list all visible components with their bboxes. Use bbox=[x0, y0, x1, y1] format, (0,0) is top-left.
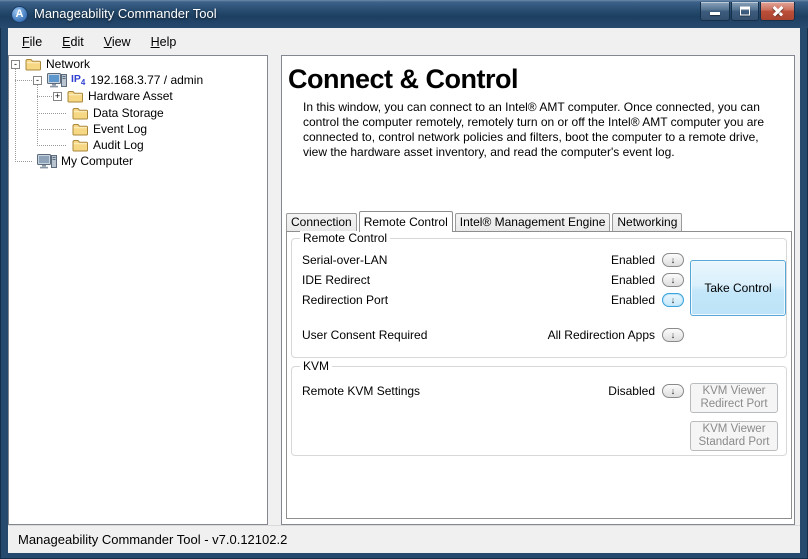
tree-node-event-log[interactable]: Event Log bbox=[9, 121, 147, 137]
status-text: Manageability Commander Tool - v7.0.1210… bbox=[18, 532, 288, 547]
groupbox-label: KVM bbox=[300, 359, 333, 373]
tree-node-label: Hardware Asset bbox=[88, 89, 173, 103]
redirection-port-label: Redirection Port bbox=[302, 293, 389, 307]
kvm-viewer-redirect-port-button[interactable]: KVM Viewer Redirect Port bbox=[690, 383, 778, 413]
menu-bar: File Edit View Help bbox=[8, 28, 800, 55]
menu-file[interactable]: File bbox=[22, 35, 42, 49]
serial-over-lan-value: Enabled bbox=[610, 253, 655, 267]
tree-node-label: Network bbox=[46, 57, 91, 71]
title-bar[interactable]: A Manageability Commander Tool bbox=[0, 0, 808, 28]
ip4-badge: IP4 bbox=[71, 72, 86, 88]
collapse-expander-icon[interactable]: - bbox=[11, 59, 20, 69]
menu-view[interactable]: View bbox=[104, 35, 131, 49]
folder-icon bbox=[72, 140, 88, 152]
client-area: File Edit View Help - Network - IP4 192.… bbox=[8, 28, 800, 553]
tree-node-network[interactable]: - Network bbox=[9, 56, 90, 72]
tree-node-audit-log[interactable]: Audit Log bbox=[9, 137, 144, 153]
remote-control-groupbox: Remote Control Serial-over-LAN Enabled ↓… bbox=[291, 231, 787, 358]
user-consent-value: All Redirection Apps bbox=[547, 328, 655, 342]
page-title: Connect & Control bbox=[288, 64, 518, 94]
folder-icon bbox=[72, 108, 88, 120]
page-description: In this window, you can connect to an In… bbox=[303, 100, 765, 159]
tree-node-label: Data Storage bbox=[93, 106, 164, 120]
remote-control-tab-page: Remote Control Serial-over-LAN Enabled ↓… bbox=[286, 231, 792, 519]
user-consent-dropdown-button[interactable]: ↓ bbox=[662, 328, 684, 342]
ide-redirect-dropdown-button[interactable]: ↓ bbox=[662, 273, 684, 287]
ide-redirect-value: Enabled bbox=[610, 273, 655, 287]
tree-panel: - Network - IP4 192.168.3.77 / admin + H… bbox=[8, 55, 268, 525]
kvm-groupbox: KVM Remote KVM Settings Disabled ↓ KVM V… bbox=[291, 359, 787, 456]
tree-node-my-computer[interactable]: My Computer bbox=[9, 153, 133, 169]
remote-kvm-settings-dropdown-button[interactable]: ↓ bbox=[662, 384, 684, 398]
expand-expander-icon[interactable]: + bbox=[53, 91, 62, 101]
minimize-icon bbox=[710, 12, 720, 15]
redirection-port-dropdown-button[interactable]: ↓ bbox=[662, 293, 684, 307]
tree-node-hardware-asset[interactable]: + Hardware Asset bbox=[9, 88, 173, 104]
tab-strip: Connection Remote Control Intel® Managem… bbox=[286, 211, 684, 232]
tree-node-label: Event Log bbox=[93, 122, 148, 136]
serial-over-lan-dropdown-button[interactable]: ↓ bbox=[662, 253, 684, 267]
dropdown-arrow-icon: ↓ bbox=[670, 295, 676, 305]
dropdown-arrow-icon: ↓ bbox=[670, 330, 676, 340]
dropdown-arrow-icon: ↓ bbox=[670, 275, 676, 285]
minimize-button[interactable] bbox=[700, 2, 730, 21]
user-consent-label: User Consent Required bbox=[302, 328, 428, 342]
maximize-icon bbox=[740, 6, 750, 16]
tree-node-label: Audit Log bbox=[93, 138, 144, 152]
tab-connection[interactable]: Connection bbox=[286, 213, 357, 231]
status-bar: Manageability Commander Tool - v7.0.1210… bbox=[8, 525, 800, 553]
collapse-expander-icon[interactable]: - bbox=[33, 75, 42, 85]
menu-help[interactable]: Help bbox=[151, 35, 177, 49]
connect-control-panel: Connect & Control In this window, you ca… bbox=[281, 55, 795, 525]
serial-over-lan-label: Serial-over-LAN bbox=[302, 253, 388, 267]
computer-icon bbox=[47, 72, 67, 87]
tree-node-data-storage[interactable]: Data Storage bbox=[9, 105, 164, 121]
dropdown-arrow-icon: ↓ bbox=[670, 255, 676, 265]
tree-node-amt-computer[interactable]: - IP4 192.168.3.77 / admin bbox=[9, 72, 203, 88]
dropdown-arrow-icon: ↓ bbox=[670, 386, 676, 396]
app-icon-letter: A bbox=[15, 8, 24, 20]
remote-kvm-settings-value: Disabled bbox=[608, 384, 655, 398]
menu-edit[interactable]: Edit bbox=[62, 35, 84, 49]
close-button[interactable] bbox=[760, 2, 795, 21]
app-window: A Manageability Commander Tool File Edit… bbox=[0, 0, 808, 559]
folder-icon bbox=[67, 91, 83, 103]
window-title: Manageability Commander Tool bbox=[34, 6, 217, 21]
groupbox-label: Remote Control bbox=[300, 231, 391, 245]
tab-networking[interactable]: Networking bbox=[612, 213, 683, 231]
tab-remote-control[interactable]: Remote Control bbox=[358, 211, 453, 232]
maximize-button[interactable] bbox=[731, 2, 759, 21]
ide-redirect-label: IDE Redirect bbox=[302, 273, 371, 287]
folder-icon bbox=[72, 124, 88, 136]
kvm-viewer-standard-port-button[interactable]: KVM Viewer Standard Port bbox=[690, 421, 778, 451]
take-control-button[interactable]: Take Control bbox=[690, 260, 786, 316]
tree-node-label: 192.168.3.77 / admin bbox=[90, 73, 204, 87]
tab-intel-management-engine[interactable]: Intel® Management Engine bbox=[454, 213, 611, 231]
remote-kvm-settings-label: Remote KVM Settings bbox=[302, 384, 421, 398]
redirection-port-value: Enabled bbox=[610, 293, 655, 307]
folder-icon bbox=[25, 59, 41, 71]
computer-icon bbox=[37, 153, 57, 168]
app-icon: A bbox=[11, 6, 28, 23]
window-controls bbox=[699, 2, 795, 21]
tree-node-label: My Computer bbox=[61, 154, 134, 168]
